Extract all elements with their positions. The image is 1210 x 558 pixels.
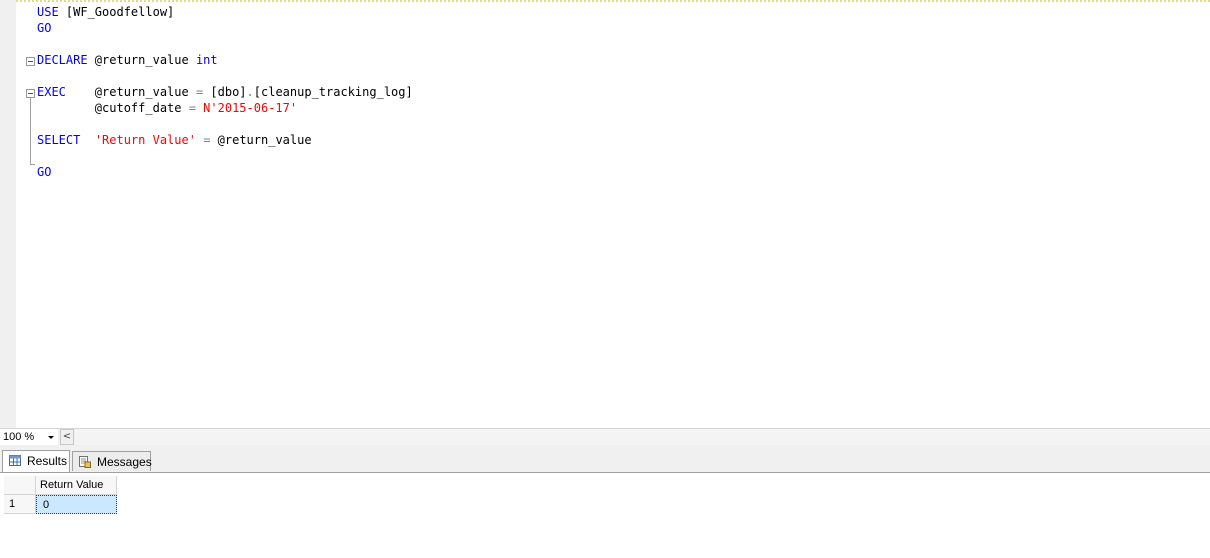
code-token: @return_value (210, 133, 312, 147)
code-token: @return_value (87, 53, 196, 67)
editor-gutter (0, 0, 16, 428)
scroll-left-button[interactable]: < (60, 429, 74, 445)
results-grid: Return Value 1 0 (0, 473, 1210, 558)
code-token: GO (37, 21, 52, 35)
code-token: SELECT (37, 133, 81, 147)
code-token: . (246, 85, 254, 99)
code-token: USE (37, 5, 59, 19)
code-token: N'2015-06-17' (195, 101, 298, 115)
column-header-return-value[interactable]: Return Value (36, 476, 117, 495)
code-token: GO (37, 165, 52, 179)
code-token: @return_value (65, 85, 196, 99)
grid-icon (9, 455, 21, 466)
fold-guide-line (30, 98, 31, 164)
code-line[interactable]: SELECT 'Return Value' = @return_value (37, 132, 312, 148)
code-token: @cutoff_date (37, 101, 189, 115)
tab-results-label: Results (27, 454, 68, 468)
results-tab-strip: Results Messages (0, 446, 1210, 473)
messages-icon (79, 456, 91, 468)
code-line[interactable]: GO (37, 20, 51, 36)
editor-top-marker (16, 0, 1210, 2)
tab-results[interactable]: Results (2, 450, 70, 472)
fold-guide-end (30, 164, 35, 165)
row-header[interactable]: 1 (4, 495, 36, 514)
code-line[interactable]: EXEC @return_value = [dbo].[cleanup_trac… (37, 84, 413, 100)
query-editor[interactable]: USE [WF_Goodfellow] GO DECLARE @return_val… (0, 0, 1210, 428)
zoom-value: 100 % (3, 431, 35, 443)
grid-corner-cell[interactable] (4, 476, 36, 495)
code-token: [dbo] (203, 85, 247, 99)
code-line[interactable]: DECLARE @return_value int (37, 52, 218, 68)
zoom-bar: 100 % < (0, 428, 1210, 447)
code-token: int (195, 53, 218, 67)
code-line[interactable]: GO (37, 164, 51, 180)
tab-messages[interactable]: Messages (72, 451, 152, 471)
code-token: EXEC (37, 85, 66, 99)
tab-messages-label: Messages (97, 455, 152, 469)
code-token: 'Return Value' (94, 133, 196, 147)
grid-cell-return-value[interactable]: 0 (36, 495, 117, 514)
code-token: = (188, 101, 196, 115)
chevron-down-icon[interactable] (48, 436, 54, 439)
code-token: [WF_Goodfellow] (58, 5, 175, 19)
code-token: [cleanup_tracking_log] (253, 85, 413, 99)
fold-toggle-exec[interactable] (26, 89, 35, 98)
horizontal-scrollbar-track[interactable] (75, 429, 1210, 445)
code-line[interactable]: USE [WF_Goodfellow] (37, 4, 174, 20)
chevron-left-icon: < (62, 431, 72, 442)
code-line[interactable]: @cutoff_date = N'2015-06-17' (37, 100, 297, 116)
code-token: DECLARE (37, 53, 88, 67)
fold-toggle-declare[interactable] (26, 57, 35, 66)
